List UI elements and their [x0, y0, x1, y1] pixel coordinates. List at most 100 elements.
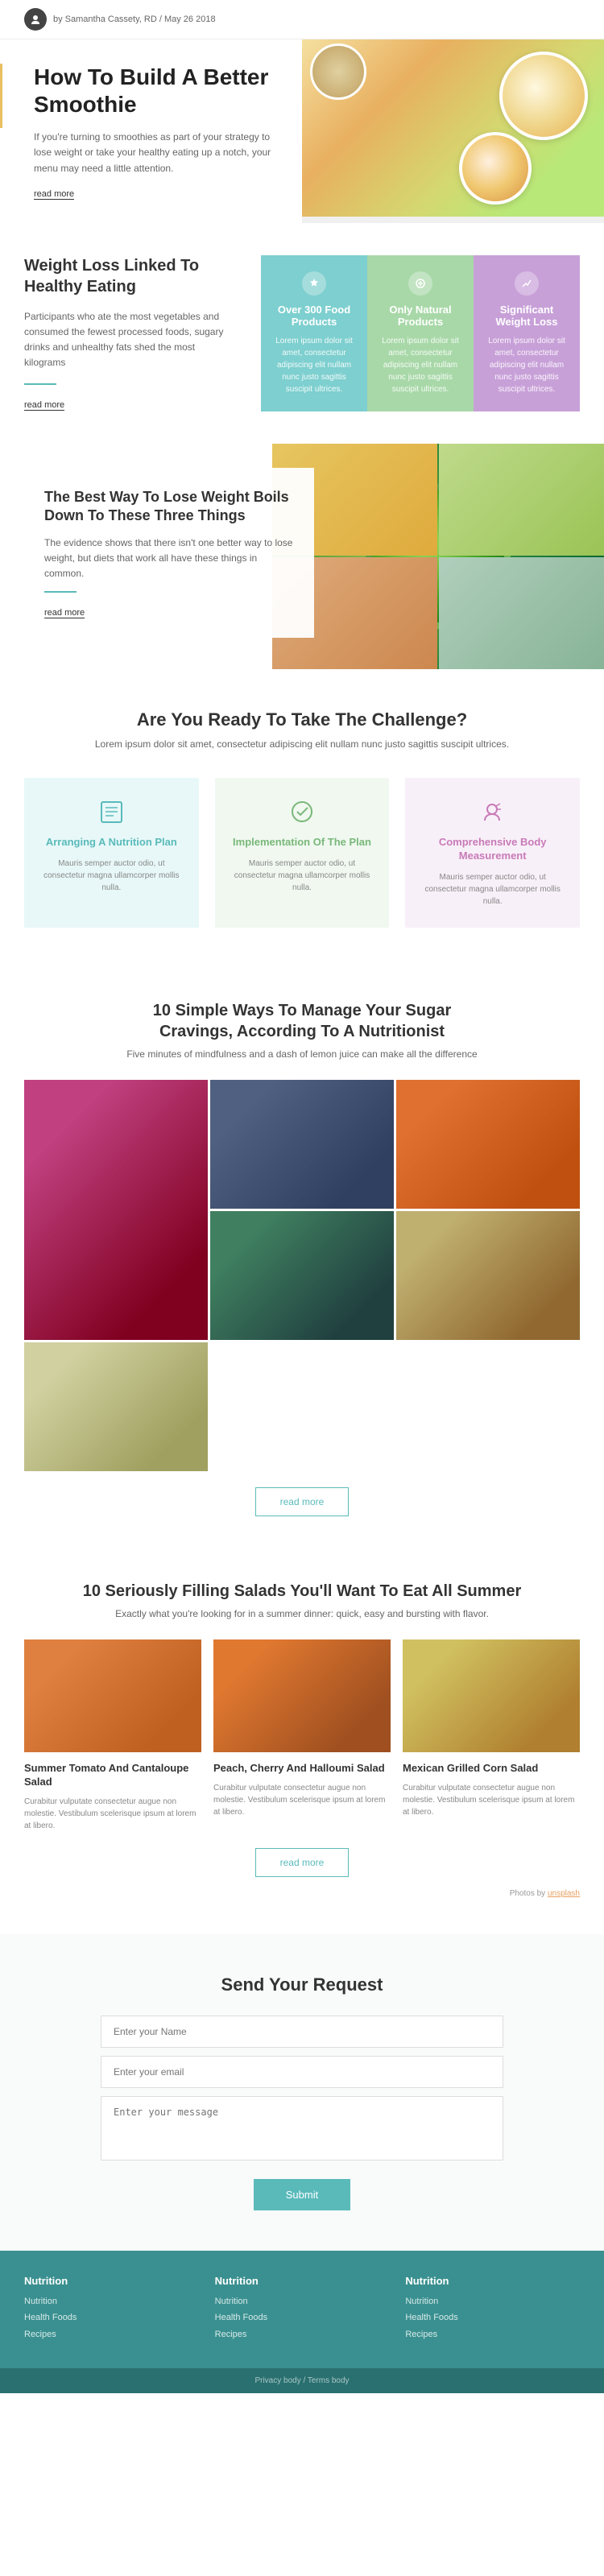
weight-read-more[interactable]: read more [24, 400, 64, 411]
best-way-section: The Best Way To Lose Weight Boils Down T… [0, 444, 604, 669]
section-divider [24, 383, 56, 385]
sugar-read-more[interactable]: read more [255, 1487, 350, 1516]
footer-link-1-1[interactable]: Health Foods [215, 2311, 390, 2325]
site-footer: Nutrition Nutrition Health Foods Recipes… [0, 2251, 604, 2394]
footer-bottom-text: Privacy body / Terms body [24, 2376, 580, 2385]
food-products-icon [302, 271, 326, 296]
photo-cell-3 [210, 1211, 394, 1340]
hero-image [302, 39, 604, 223]
header-author: by Samantha Cassety, RD / May 26 2018 [53, 14, 216, 24]
challenge-card-0-text: Mauris semper auctor odio, ut consectetu… [36, 858, 187, 894]
challenge-title: Are You Ready To Take The Challenge? [24, 709, 580, 730]
salads-subtitle: Exactly what you're looking for in a sum… [24, 1608, 580, 1619]
implementation-icon [288, 798, 316, 826]
photo-2 [396, 1080, 580, 1209]
hero-accent-bar [0, 64, 2, 128]
sugar-title: 10 Simple Ways To Manage Your Sugar Crav… [141, 1000, 463, 1042]
footer-link-0-0[interactable]: Nutrition [24, 2295, 199, 2309]
photo-3 [210, 1211, 394, 1340]
hero-text: If you're turning to smoothies as part o… [34, 130, 278, 176]
challenge-card-2-title: Comprehensive Body Measurement [417, 836, 568, 863]
salad-card-0-title: Summer Tomato And Cantaloupe Salad [24, 1762, 201, 1789]
weight-title: Weight Loss Linked To Healthy Eating [24, 255, 237, 297]
logo-area: by Samantha Cassety, RD / May 26 2018 [24, 8, 216, 31]
photo-1 [210, 1080, 394, 1209]
natural-products-icon [408, 271, 432, 296]
sugar-section: 10 Simple Ways To Manage Your Sugar Crav… [0, 968, 604, 1548]
footer-link-2-2[interactable]: Recipes [405, 2328, 580, 2342]
footer-link-1-0[interactable]: Nutrition [215, 2295, 390, 2309]
salads-section: 10 Seriously Filling Salads You'll Want … [0, 1548, 604, 1934]
measurement-icon [478, 798, 507, 826]
salad-card-1-title: Peach, Cherry And Halloumi Salad [213, 1762, 391, 1776]
footer-link-0-2[interactable]: Recipes [24, 2328, 199, 2342]
photo-grid [24, 1080, 580, 1471]
salads-title: 10 Seriously Filling Salads You'll Want … [24, 1581, 580, 1602]
weight-card-2: Significant Weight Loss Lorem ipsum dolo… [474, 255, 580, 411]
photos-by-link[interactable]: unsplash [548, 1889, 580, 1898]
footer-link-2-1[interactable]: Health Foods [405, 2311, 580, 2325]
photo-4 [396, 1211, 580, 1340]
hero-read-more[interactable]: read more [34, 189, 74, 200]
photo-0 [24, 1080, 208, 1340]
hero-title: How To Build A Better Smoothie [34, 64, 278, 118]
site-header: by Samantha Cassety, RD / May 26 2018 [0, 0, 604, 39]
photo-cell-2 [396, 1080, 580, 1209]
hero-food-visual [302, 39, 604, 217]
salad-card-1: Peach, Cherry And Halloumi Salad Curabit… [213, 1639, 391, 1832]
weight-text: Participants who ate the most vegetables… [24, 309, 237, 371]
footer-link-0-1[interactable]: Health Foods [24, 2311, 199, 2325]
weight-section: Weight Loss Linked To Healthy Eating Par… [0, 223, 604, 444]
submit-button[interactable]: Submit [254, 2179, 350, 2210]
salad-card-2: Mexican Grilled Corn Salad Curabitur vul… [403, 1639, 580, 1832]
food-plate-3 [310, 43, 366, 100]
salad-card-1-text: Curabitur vulputate consectetur augue no… [213, 1782, 391, 1818]
hero-section: How To Build A Better Smoothie If you're… [0, 39, 604, 223]
nutrition-plan-icon [97, 798, 126, 826]
food-collage [272, 444, 604, 669]
collage-2 [439, 444, 604, 556]
challenge-card-1: Implementation Of The Plan Mauris semper… [215, 778, 390, 928]
footer-col-2: Nutrition Nutrition Health Foods Recipes [405, 2275, 580, 2345]
food-plate-2 [459, 132, 532, 205]
best-way-divider [44, 591, 77, 593]
message-field-group [101, 2096, 503, 2163]
message-input[interactable] [101, 2096, 503, 2160]
challenge-card-0: Arranging A Nutrition Plan Mauris semper… [24, 778, 199, 928]
hero-left: How To Build A Better Smoothie If you're… [0, 39, 302, 223]
email-input[interactable] [101, 2056, 503, 2088]
salad-card-2-title: Mexican Grilled Corn Salad [403, 1762, 580, 1776]
contact-section: Send Your Request Submit [0, 1934, 604, 2251]
photo-cell-1 [210, 1080, 394, 1209]
name-input[interactable] [101, 2016, 503, 2048]
footer-col-1-title: Nutrition [215, 2275, 390, 2287]
challenge-card-0-title: Arranging A Nutrition Plan [36, 836, 187, 850]
salad-cards: Summer Tomato And Cantaloupe Salad Curab… [24, 1639, 580, 1832]
weight-card-1-title: Only Natural Products [379, 304, 461, 329]
name-field-group [101, 2016, 503, 2048]
photos-by: Photos by unsplash [24, 1889, 580, 1898]
salads-read-more[interactable]: read more [255, 1848, 350, 1877]
salad-card-0: Summer Tomato And Cantaloupe Salad Curab… [24, 1639, 201, 1832]
salad-image-0 [24, 1639, 201, 1752]
challenge-cards: Arranging A Nutrition Plan Mauris semper… [24, 778, 580, 928]
photo-5 [24, 1342, 208, 1471]
photo-cell-5 [24, 1342, 208, 1471]
footer-col-2-title: Nutrition [405, 2275, 580, 2287]
footer-col-0-title: Nutrition [24, 2275, 199, 2287]
best-way-read-more[interactable]: read more [44, 608, 85, 618]
footer-bottom: Privacy body / Terms body [0, 2368, 604, 2393]
salad-card-2-text: Curabitur vulputate consectetur augue no… [403, 1782, 580, 1818]
challenge-card-1-title: Implementation Of The Plan [227, 836, 378, 850]
photo-cell-0 [24, 1080, 208, 1340]
challenge-subtitle: Lorem ipsum dolor sit amet, consectetur … [24, 738, 580, 750]
footer-link-1-2[interactable]: Recipes [215, 2328, 390, 2342]
challenge-card-1-text: Mauris semper auctor odio, ut consectetu… [227, 858, 378, 894]
footer-col-1: Nutrition Nutrition Health Foods Recipes [215, 2275, 390, 2345]
weight-cards: Over 300 Food Products Lorem ipsum dolor… [261, 255, 580, 411]
best-way-title: The Best Way To Lose Weight Boils Down T… [44, 488, 294, 526]
weight-loss-icon [515, 271, 539, 296]
footer-link-2-0[interactable]: Nutrition [405, 2295, 580, 2309]
challenge-card-2-text: Mauris semper auctor odio, ut consectetu… [417, 871, 568, 908]
weight-card-1: Only Natural Products Lorem ipsum dolor … [367, 255, 474, 411]
